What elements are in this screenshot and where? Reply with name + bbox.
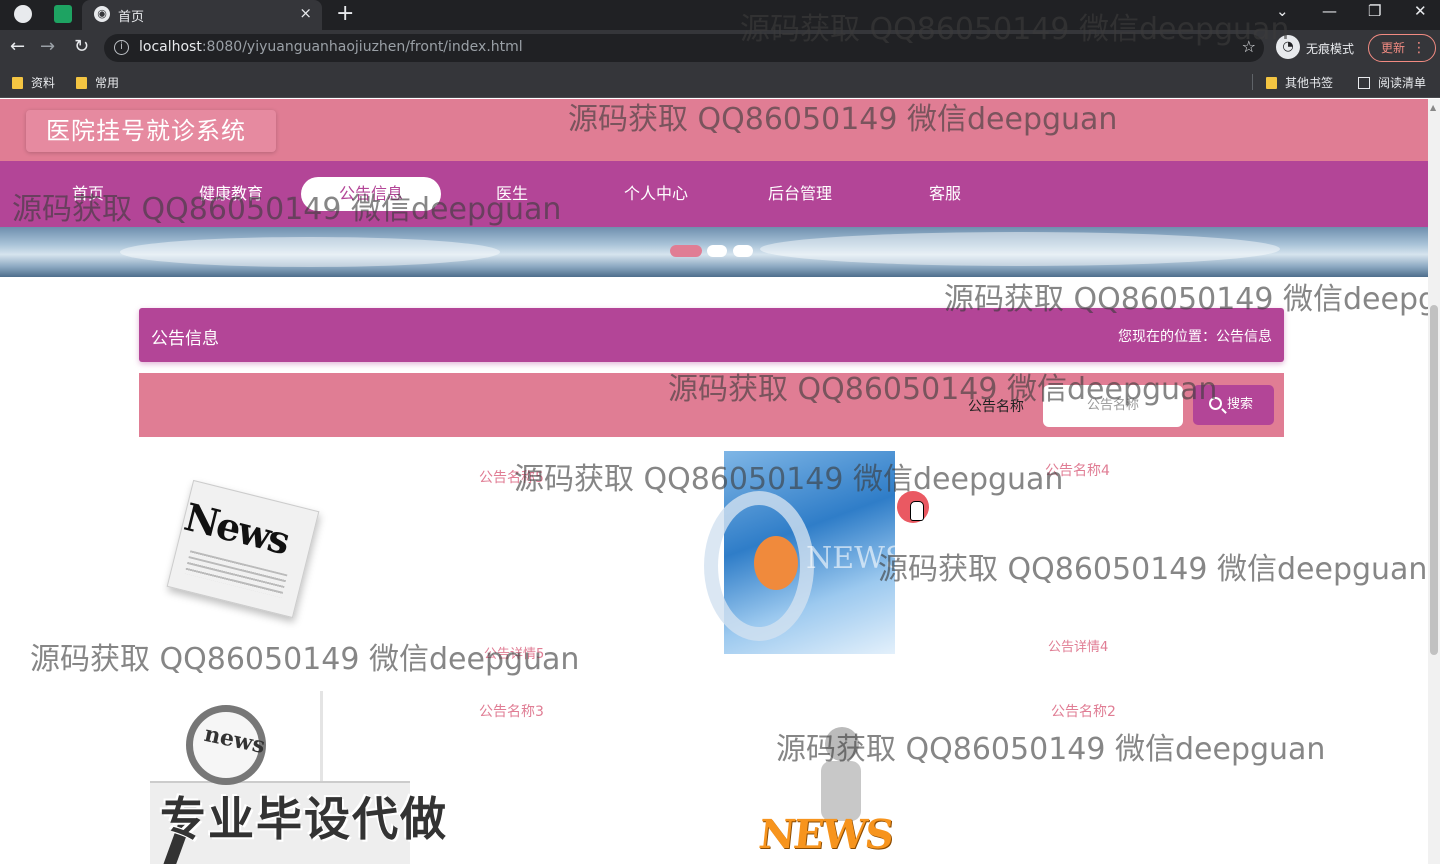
- browser-globe-icon[interactable]: [14, 5, 32, 23]
- url-text: localhost:8080/yiyuanguanhaojiuzhen/fron…: [139, 39, 523, 55]
- notice-image[interactable]: NEWS: [704, 451, 906, 654]
- other-bookmarks-label: 其他书签: [1285, 76, 1334, 90]
- minimize-button[interactable]: —: [1322, 2, 1337, 20]
- search-button-label: 搜索: [1227, 397, 1254, 412]
- nav-customer-service[interactable]: 客服: [875, 177, 1015, 211]
- scroll-up-icon[interactable]: ▲: [1430, 103, 1436, 112]
- image-orange-graphic: [754, 536, 798, 590]
- site-logo[interactable]: 医院挂号就诊系统: [26, 110, 276, 152]
- tab-favicon-icon: ◉: [94, 6, 110, 22]
- web-page: 医院挂号就诊系统 首页 健康教育 公告信息 医生 个人中心 后台管理 客服 公告…: [0, 99, 1428, 864]
- search-button[interactable]: 搜索: [1193, 385, 1274, 425]
- notice-title[interactable]: 公告名称4: [1045, 460, 1110, 480]
- bookmark-label: 常用: [95, 76, 120, 90]
- folder-icon: [76, 77, 87, 89]
- figure-head-graphic: [825, 727, 859, 761]
- browser-tab-strip: ◉ 首页 × + ⌄ — ❐ ✕: [0, 0, 1440, 30]
- scroll-thumb[interactable]: [1430, 305, 1438, 655]
- bookmarks-bar: 资料 常用 其他书签 阅读清单: [0, 66, 1440, 98]
- url-host: localhost: [139, 39, 202, 55]
- nav-home[interactable]: 首页: [18, 177, 158, 211]
- incognito-label: 无痕模式: [1306, 42, 1355, 56]
- section-title: 公告信息: [151, 329, 219, 349]
- folder-icon: [12, 77, 23, 89]
- breadcrumb: 您现在的位置：公告信息: [1118, 329, 1272, 345]
- section-title-bar: 公告信息 您现在的位置：公告信息: [139, 308, 1284, 362]
- carousel-dot[interactable]: [733, 245, 753, 257]
- page-scrollbar[interactable]: ▲: [1428, 99, 1440, 864]
- url-path: :8080/yiyuanguanhaojiuzhen/front/index.h…: [201, 39, 523, 55]
- incognito-icon[interactable]: ◔: [1276, 35, 1300, 59]
- site-header: 医院挂号就诊系统: [0, 99, 1428, 161]
- reading-list-label: 阅读清单: [1378, 76, 1427, 90]
- image-text: NEWS: [806, 541, 906, 576]
- notice-title[interactable]: 公告名称3: [479, 701, 544, 721]
- bookmark-folder-changyong[interactable]: 常用: [76, 74, 119, 91]
- new-tab-button[interactable]: +: [336, 1, 354, 26]
- nav-health-education[interactable]: 健康教育: [161, 177, 301, 211]
- tab-title: 首页: [118, 10, 145, 25]
- bookmark-folder-ziliao[interactable]: 资料: [12, 74, 55, 91]
- reading-list-icon: [1358, 77, 1370, 89]
- notice-image[interactable]: News: [166, 479, 320, 624]
- main-nav: 首页 健康教育 公告信息 医生 个人中心 后台管理 客服: [0, 161, 1428, 227]
- reload-icon[interactable]: ↻: [74, 36, 89, 57]
- address-bar-row: ← → ↻ i localhost:8080/yiyuanguanhaojiuz…: [0, 30, 1440, 66]
- notice-image[interactable]: news 专业毕设代做: [150, 691, 490, 864]
- menu-dots-icon[interactable]: ⋮: [1412, 35, 1426, 61]
- folder-icon: [1266, 77, 1277, 89]
- overlay-text: 专业毕设代做: [160, 792, 448, 846]
- notice-image[interactable]: NEWS: [755, 719, 895, 864]
- hand-cursor-icon: [910, 501, 924, 521]
- carousel-dot-active[interactable]: [670, 245, 702, 257]
- banner-cloud: [760, 232, 1280, 266]
- reading-list[interactable]: 阅读清单: [1358, 74, 1426, 91]
- nav-doctors[interactable]: 医生: [442, 177, 582, 211]
- update-button[interactable]: 更新 ⋮: [1368, 34, 1436, 62]
- notice-title[interactable]: 公告名称5: [479, 467, 544, 487]
- bookmark-label: 资料: [31, 76, 56, 90]
- notice-detail[interactable]: 公告详情5: [484, 643, 544, 662]
- notice-detail[interactable]: 公告详情4: [1048, 636, 1108, 655]
- search-bar: 公告名称 公告名称 搜索: [139, 373, 1284, 437]
- banner-carousel[interactable]: [0, 227, 1428, 277]
- sheets-app-icon[interactable]: [54, 5, 72, 23]
- nav-personal-center[interactable]: 个人中心: [586, 177, 726, 211]
- forward-icon[interactable]: →: [40, 36, 55, 57]
- banner-cloud: [120, 237, 500, 267]
- bookmark-star-icon[interactable]: ☆: [1242, 37, 1256, 56]
- nav-notices[interactable]: 公告信息: [301, 177, 441, 211]
- bookmark-divider: [1252, 74, 1253, 90]
- url-field[interactable]: i localhost:8080/yiyuanguanhaojiuzhen/fr…: [104, 34, 1264, 62]
- image-text: NEWS: [756, 811, 895, 858]
- search-icon: [1209, 397, 1222, 410]
- nav-admin[interactable]: 后台管理: [730, 177, 870, 211]
- notice-title[interactable]: 公告名称2: [1051, 701, 1116, 721]
- carousel-dot[interactable]: [707, 245, 727, 257]
- tab-search-icon[interactable]: ⌄: [1276, 2, 1289, 20]
- update-label: 更新: [1381, 41, 1406, 55]
- tab-close-icon[interactable]: ×: [299, 4, 312, 22]
- other-bookmarks[interactable]: 其他书签: [1266, 74, 1333, 91]
- site-info-icon[interactable]: i: [114, 40, 129, 55]
- search-input[interactable]: 公告名称: [1043, 385, 1183, 427]
- close-window-button[interactable]: ✕: [1414, 2, 1427, 20]
- search-label: 公告名称: [968, 399, 1024, 415]
- restore-button[interactable]: ❐: [1368, 2, 1381, 20]
- back-icon[interactable]: ←: [10, 36, 25, 57]
- active-tab[interactable]: ◉ 首页 ×: [82, 0, 322, 30]
